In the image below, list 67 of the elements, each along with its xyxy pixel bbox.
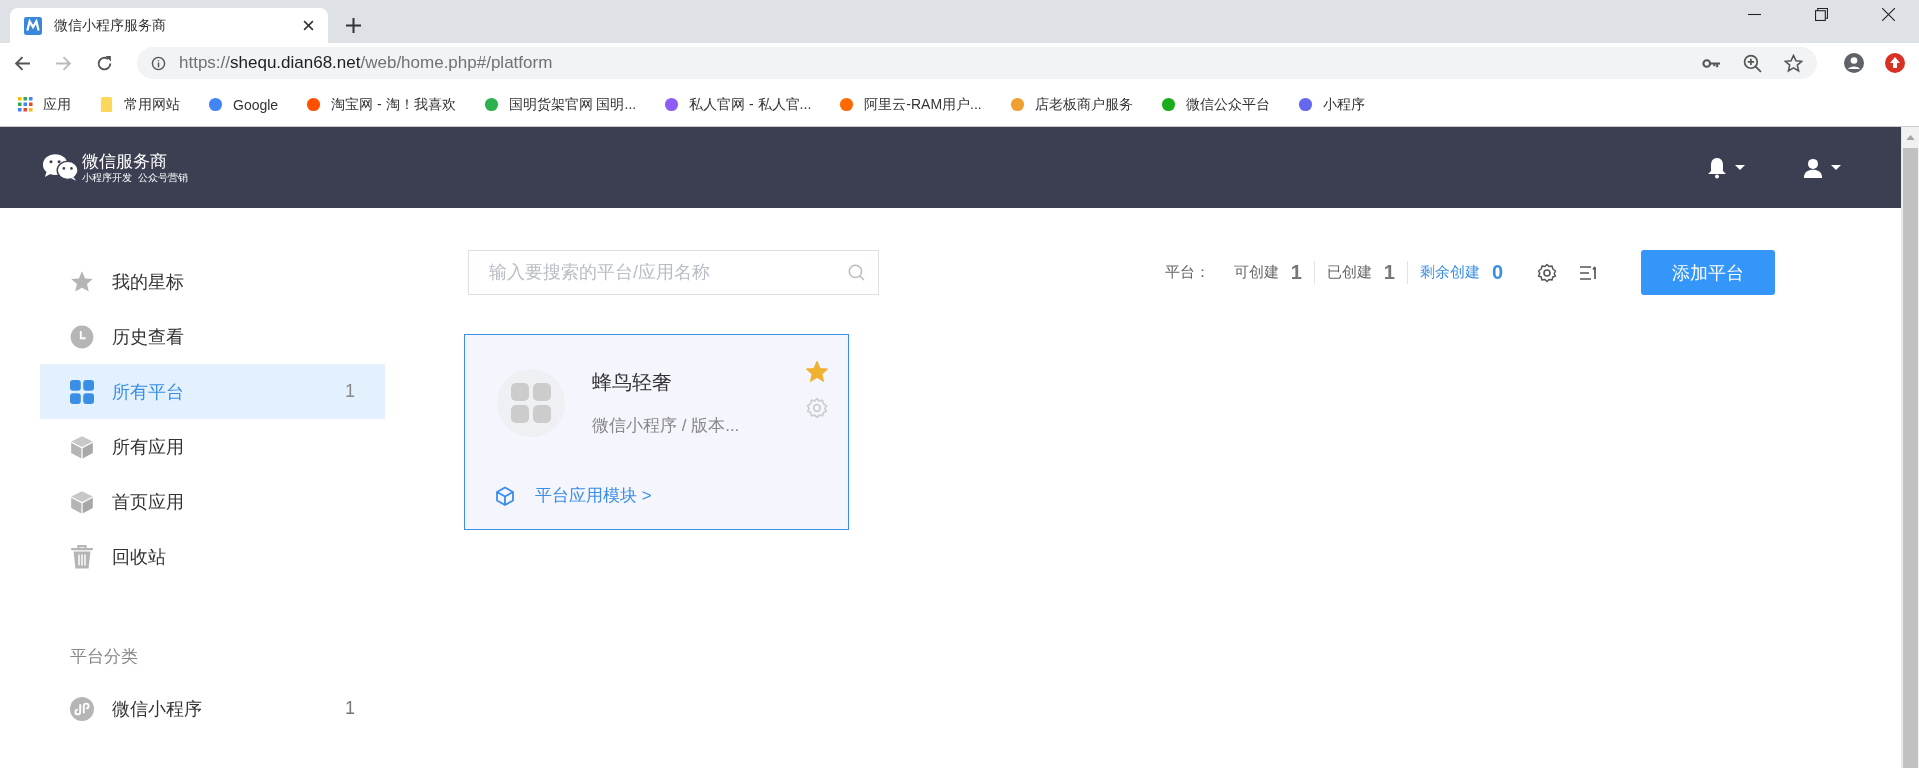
stat-label: 可创建 (1233, 263, 1279, 282)
stat-value: 1 (1290, 261, 1302, 284)
back-icon[interactable] (14, 54, 31, 72)
user-menu-button[interactable] (1803, 156, 1841, 179)
update-icon[interactable] (1885, 53, 1905, 73)
star-icon (70, 269, 94, 294)
user-icon (1803, 156, 1823, 179)
close-tab-icon[interactable] (303, 20, 314, 31)
scrollbar[interactable] (1901, 127, 1919, 768)
tab-title: 微信小程序服务商 (54, 16, 167, 35)
bookmark-item[interactable]: 私人官网 - 私人官... (664, 95, 812, 114)
card-subtitle: 微信小程序 / 版本... (592, 415, 741, 437)
bookmark-item[interactable]: 常用网站 (99, 95, 180, 114)
close-window-icon[interactable] (1882, 7, 1895, 21)
reload-icon[interactable] (96, 54, 113, 72)
clock-icon (70, 324, 94, 349)
sidebar-item[interactable]: 回收站 (40, 529, 385, 584)
platform-card[interactable]: 蜂鸟轻奢 微信小程序 / 版本... 平台应用模块 > (464, 334, 849, 530)
logo-title: 微信服务商 (82, 151, 168, 172)
sidebar-item[interactable]: 所有应用 (40, 419, 385, 474)
notifications-button[interactable] (1707, 156, 1745, 179)
cube-icon (70, 434, 94, 459)
category-item[interactable]: 微信小程序 1 (40, 681, 385, 736)
profile-icon[interactable] (1844, 53, 1864, 73)
caret-icon (1735, 165, 1745, 170)
address-bar[interactable]: https://shequ.dian68.net/web/home.php#/platform (137, 47, 1817, 79)
stat-label: 已创建 (1326, 263, 1372, 282)
zoom-icon[interactable] (1743, 53, 1762, 73)
bookmark-item[interactable]: 国明货架官网 国明... (483, 95, 637, 114)
bookmark-item[interactable]: 阿里云-RAM用户... (839, 95, 982, 114)
stat-value: 1 (1383, 261, 1395, 284)
section-title: 平台分类 (70, 646, 139, 668)
stats-label: 平台： (1164, 263, 1210, 282)
sidebar-item[interactable]: 历史查看 (40, 309, 385, 364)
grid-icon (70, 379, 94, 404)
scrollbar-thumb[interactable] (1903, 148, 1918, 768)
trash-icon (70, 544, 94, 569)
star-icon[interactable] (806, 361, 828, 383)
logo-subtitle: 小程序开发 公众号营销 (82, 171, 188, 184)
cube-outline-icon (495, 485, 515, 506)
sidebar-item[interactable]: 我的星标 (40, 254, 385, 309)
info-icon[interactable] (151, 55, 166, 71)
settings-icon[interactable] (1537, 262, 1557, 283)
sidebar-item[interactable]: 首页应用 (40, 474, 385, 529)
grid-icon (511, 383, 551, 423)
chat-bubbles-icon (42, 153, 80, 182)
bookmark-item[interactable]: 应用 (18, 95, 71, 114)
bookmark-item[interactable]: 淘宝网 - 淘！我喜欢 (306, 95, 456, 114)
browser-tab[interactable]: 微信小程序服务商 (10, 8, 328, 43)
caret-icon (1831, 165, 1841, 170)
stat-value: 0 (1491, 261, 1503, 284)
bookmark-item[interactable]: 小程序 (1297, 95, 1365, 114)
cube-icon (70, 489, 94, 514)
search-field[interactable]: 输入要搜索的平台/应用名称 (468, 250, 879, 295)
stat-label: 剩余创建 (1419, 263, 1480, 282)
search-icon (848, 264, 865, 281)
bookmark-star-icon[interactable] (1784, 53, 1803, 73)
m-logo-icon (24, 16, 42, 35)
url-text: https://shequ.dian68.net/web/home.php#/platform (179, 53, 553, 73)
bell-icon (1707, 156, 1727, 179)
bookmark-item[interactable]: 微信公众平台 (1160, 95, 1270, 114)
card-title: 蜂鸟轻奢 (592, 370, 673, 395)
restore-icon[interactable] (1815, 7, 1828, 21)
bookmark-item[interactable]: Google (208, 96, 279, 113)
apps-grid-icon (18, 97, 33, 112)
bookmark-item[interactable]: 店老板商户服务 (1009, 95, 1133, 114)
new-tab-icon[interactable] (346, 18, 361, 33)
